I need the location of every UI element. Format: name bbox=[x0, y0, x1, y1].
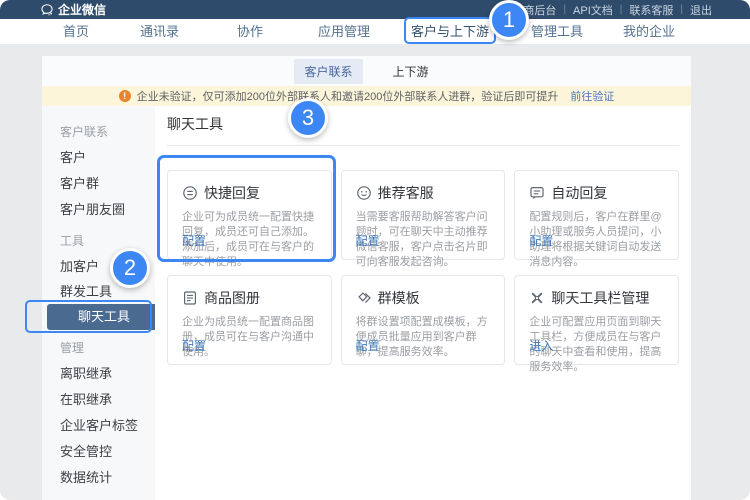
sidebar-item-customers[interactable]: 客户 bbox=[60, 145, 155, 171]
nav-item-app-management[interactable]: 应用管理 bbox=[318, 19, 370, 44]
nav-item-collaboration[interactable]: 协作 bbox=[237, 19, 263, 44]
topbar: 企业微信 服务商后台 | API文档 | 联系客服 | 退出 bbox=[0, 0, 750, 19]
app-window: 企业微信 服务商后台 | API文档 | 联系客服 | 退出 首页 通讯录 协作… bbox=[0, 0, 750, 500]
topbar-link-contact-support[interactable]: 联系客服 bbox=[629, 2, 673, 18]
sidebar-item-customer-groups[interactable]: 客户群 bbox=[60, 171, 155, 197]
card-product-catalog[interactable]: 商品图册 企业为成员统一配置商品图册，成员可在与客户沟通中使用。 配置 bbox=[167, 275, 332, 365]
product-catalog-icon bbox=[182, 290, 198, 306]
card-title: 聊天工具栏管理 bbox=[551, 288, 649, 308]
primary-nav: 首页 通讯录 协作 应用管理 客户与上下游 管理工具 我的企业 bbox=[0, 19, 750, 44]
card-group-template[interactable]: 群模板 将群设置项配置成模板，方便成员批量应用到客户群聊，提高服务效率。 配置 bbox=[341, 275, 506, 365]
configure-link[interactable]: 配置 bbox=[356, 337, 380, 354]
verification-banner: ! 企业未验证，仅可添加200位外部联系人和邀请200位外部联系人进群，验证后即… bbox=[42, 86, 691, 106]
configure-link[interactable]: 配置 bbox=[529, 232, 553, 249]
nav-item-my-company[interactable]: 我的企业 bbox=[623, 19, 675, 44]
annotation-badge-3: 3 bbox=[288, 98, 328, 138]
brand: 企业微信 bbox=[40, 0, 106, 19]
nav-item-home[interactable]: 首页 bbox=[63, 19, 89, 44]
title-divider bbox=[167, 145, 679, 146]
sidebar: 客户联系 客户 客户群 客户朋友圈 工具 加客户 群发工具 聊天工具 管理 离职… bbox=[42, 106, 155, 500]
separator: | bbox=[620, 4, 623, 15]
sidebar-item-security-control[interactable]: 安全管控 bbox=[60, 439, 155, 465]
topbar-link-logout[interactable]: 退出 bbox=[690, 2, 712, 18]
sidebar-header-management: 管理 bbox=[60, 335, 155, 361]
annotation-badge-2: 2 bbox=[110, 248, 150, 288]
tab-customer-contact[interactable]: 客户联系 bbox=[294, 59, 362, 84]
brand-name: 企业微信 bbox=[58, 1, 106, 18]
card-title: 群模板 bbox=[378, 288, 420, 308]
main-panel: 聊天工具 快捷回复 企业可为成员统一配置快捷回复，成员还可自己添加。添加后，成员… bbox=[155, 106, 691, 500]
nav-item-contacts[interactable]: 通讯录 bbox=[140, 19, 179, 44]
card-title: 自动回复 bbox=[551, 183, 607, 203]
annotation-badge-1: 1 bbox=[489, 0, 529, 40]
card-title: 推荐客服 bbox=[378, 183, 434, 203]
sidebar-header-customer-contact: 客户联系 bbox=[60, 119, 155, 145]
card-quick-reply[interactable]: 快捷回复 企业可为成员统一配置快捷回复，成员还可自己添加。添加后，成员可在与客户… bbox=[167, 170, 332, 260]
card-title: 商品图册 bbox=[204, 288, 260, 308]
card-auto-reply[interactable]: 自动回复 配置规则后，客户在群里@小助理或服务人员提问，小助理将根据关键词自动发… bbox=[514, 170, 679, 260]
sidebar-item-resigned-inheritance[interactable]: 离职继承 bbox=[60, 361, 155, 387]
configure-link[interactable]: 配置 bbox=[182, 337, 206, 354]
enter-link[interactable]: 进入 bbox=[529, 337, 553, 354]
go-verify-link[interactable]: 前往验证 bbox=[570, 88, 614, 104]
separator: | bbox=[563, 4, 566, 15]
topbar-links: 服务商后台 | API文档 | 联系客服 | 退出 bbox=[501, 0, 712, 19]
sidebar-item-customer-moments[interactable]: 客户朋友圈 bbox=[60, 197, 155, 223]
auto-reply-icon bbox=[529, 185, 545, 201]
page-title: 聊天工具 bbox=[167, 114, 679, 134]
topbar-link-api-docs[interactable]: API文档 bbox=[573, 2, 613, 18]
banner-text: 企业未验证，仅可添加200位外部联系人和邀请200位外部联系人进群，验证后即可提… bbox=[137, 88, 559, 104]
feature-cards: 快捷回复 企业可为成员统一配置快捷回复，成员还可自己添加。添加后，成员可在与客户… bbox=[167, 170, 679, 365]
separator: | bbox=[680, 4, 683, 15]
toolbar-manage-icon bbox=[529, 290, 545, 306]
sidebar-item-onjob-inheritance[interactable]: 在职继承 bbox=[60, 387, 155, 413]
secondary-tabs: 客户联系 上下游 bbox=[42, 56, 691, 86]
quick-reply-icon bbox=[182, 185, 198, 201]
sidebar-header-tools: 工具 bbox=[60, 228, 155, 254]
sidebar-item-customer-tags[interactable]: 企业客户标签 bbox=[60, 413, 155, 439]
nav-item-admin-tools[interactable]: 管理工具 bbox=[531, 19, 583, 44]
tab-updownstream[interactable]: 上下游 bbox=[383, 59, 439, 84]
wechat-work-logo-icon bbox=[40, 3, 54, 17]
sidebar-item-statistics[interactable]: 数据统计 bbox=[60, 465, 155, 491]
card-title: 快捷回复 bbox=[204, 183, 260, 203]
recommend-service-icon bbox=[356, 185, 372, 201]
group-template-icon bbox=[356, 290, 372, 306]
configure-link[interactable]: 配置 bbox=[182, 232, 206, 249]
nav-item-customers-updownstream[interactable]: 客户与上下游 bbox=[411, 19, 489, 44]
card-chat-toolbar-management[interactable]: 聊天工具栏管理 企业可配置应用页面到聊天工具栏，方便成员在与客户的聊天中查看和使… bbox=[514, 275, 679, 365]
warning-icon: ! bbox=[119, 90, 131, 102]
card-recommend-service[interactable]: 推荐客服 当需要客服帮助解答客户问题时，可在聊天中主动推荐微信客服，客户点击名片… bbox=[341, 170, 506, 260]
configure-link[interactable]: 配置 bbox=[356, 232, 380, 249]
sidebar-item-chat-tools[interactable]: 聊天工具 bbox=[47, 304, 165, 330]
